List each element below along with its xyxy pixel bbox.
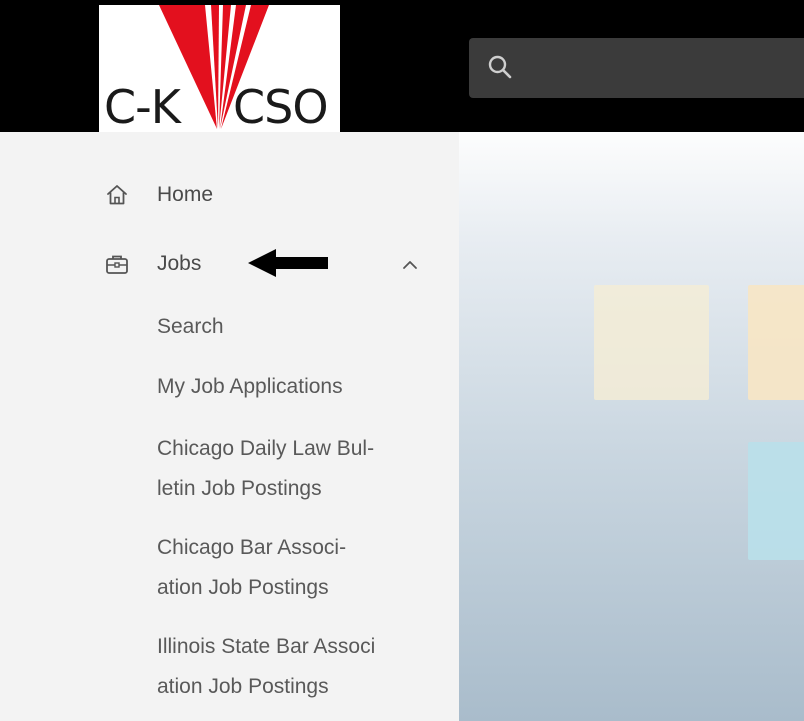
sidebar-item-home[interactable]: Home xyxy=(104,175,213,215)
home-icon xyxy=(104,182,130,208)
subitem-line: My Job Applications xyxy=(157,375,343,398)
search-icon[interactable] xyxy=(487,54,513,85)
subitem-line: letin Job Postings xyxy=(157,477,322,500)
jobs-subitem-chicago-daily-law-bulletin[interactable]: Chicago Daily Law Bul- letin Job Posting… xyxy=(157,429,447,509)
left-arrow-icon xyxy=(248,246,330,285)
background-tile-cream xyxy=(594,285,709,400)
sidebar-item-label: Jobs xyxy=(157,252,202,275)
briefcase-icon xyxy=(104,251,130,277)
main-content-background xyxy=(459,132,804,721)
sidebar-item-label: Home xyxy=(157,183,214,206)
subitem-line: ation Job Postings xyxy=(157,675,329,698)
subitem-line: Search xyxy=(157,315,224,338)
logo-text-right: CSO xyxy=(233,80,329,133)
subitem-line: Chicago Bar Associ- xyxy=(157,536,347,559)
search-bar[interactable] xyxy=(469,38,804,100)
top-bar: C-K CSO xyxy=(0,0,804,133)
subitem-line: Illinois State Bar Associ xyxy=(157,635,376,658)
jobs-subitem-search[interactable]: Search xyxy=(157,307,447,347)
background-tile-cyan xyxy=(748,442,804,560)
ck-cso-logo[interactable]: C-K CSO xyxy=(99,5,340,133)
search-input[interactable] xyxy=(527,38,801,100)
jobs-subitem-my-job-applications[interactable]: My Job Applications xyxy=(157,367,447,407)
subitem-line: Chicago Daily Law Bul- xyxy=(157,437,375,460)
chevron-up-icon[interactable] xyxy=(399,258,421,277)
jobs-subitem-chicago-bar-association[interactable]: Chicago Bar Associ- ation Job Postings xyxy=(157,528,447,608)
logo-text-left: C-K xyxy=(104,80,181,133)
sidebar-item-jobs[interactable]: Jobs xyxy=(104,244,201,284)
background-tile-peach xyxy=(748,285,804,400)
subitem-line: ation Job Postings xyxy=(157,576,329,599)
jobs-subitem-illinois-state-bar-association[interactable]: Illinois State Bar Associ ation Job Post… xyxy=(157,627,447,707)
